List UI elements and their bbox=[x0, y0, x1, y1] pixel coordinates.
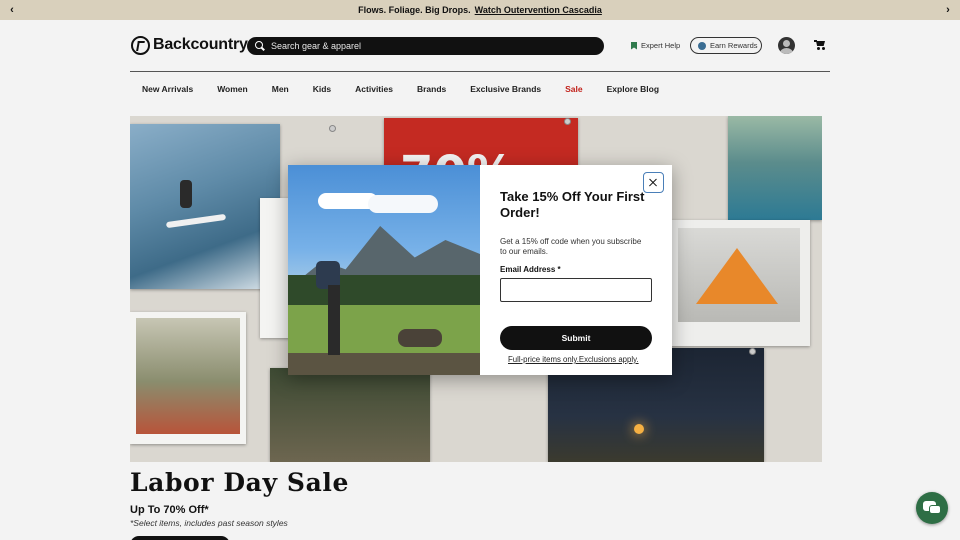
nav-item-women[interactable]: Women bbox=[217, 84, 248, 94]
sale-note: *Select items, includes past season styl… bbox=[130, 518, 288, 528]
tent-camp-photo bbox=[728, 116, 822, 220]
sale-subtitle: Up To 70% Off* bbox=[130, 504, 209, 516]
nav-item-brands[interactable]: Brands bbox=[417, 84, 446, 94]
email-field[interactable] bbox=[500, 278, 652, 302]
surf-photo bbox=[130, 124, 280, 289]
modal-description: Get a 15% off code when you subscribe to… bbox=[500, 237, 642, 256]
modal-content: Take 15% Off Your First Order! Get a 15%… bbox=[480, 165, 672, 375]
site-header: Backcountry Expert Help Earn Rewards bbox=[0, 20, 960, 72]
friends-photo bbox=[130, 312, 246, 444]
rewards-icon bbox=[698, 41, 706, 50]
nav-item-men[interactable]: Men bbox=[272, 84, 289, 94]
shop-sale-button[interactable] bbox=[130, 536, 230, 540]
account-icon[interactable] bbox=[778, 37, 795, 54]
hikers-photo bbox=[270, 368, 430, 462]
submit-button[interactable]: Submit bbox=[500, 326, 652, 350]
expert-help-link[interactable]: Expert Help bbox=[631, 41, 680, 50]
nav-item-kids[interactable]: Kids bbox=[313, 84, 331, 94]
chevron-right-icon[interactable]: › bbox=[941, 3, 955, 17]
chevron-left-icon[interactable]: ‹ bbox=[5, 3, 19, 17]
exclusions-link[interactable]: Full-price items only.Exclusions apply. bbox=[508, 355, 652, 364]
close-icon[interactable] bbox=[643, 172, 664, 193]
bookmark-icon bbox=[631, 41, 637, 50]
search-icon[interactable] bbox=[255, 41, 265, 51]
nav-item-explore-blog[interactable]: Explore Blog bbox=[607, 84, 659, 94]
tent-photo bbox=[668, 220, 810, 346]
nav-item-exclusive-brands[interactable]: Exclusive Brands bbox=[470, 84, 541, 94]
earn-rewards-label: Earn Rewards bbox=[710, 41, 758, 50]
search-input[interactable] bbox=[271, 41, 591, 51]
header-divider bbox=[130, 71, 830, 72]
email-label: Email Address * bbox=[500, 265, 561, 274]
earn-rewards-button[interactable]: Earn Rewards bbox=[690, 37, 762, 54]
sale-title: Labor Day Sale bbox=[130, 468, 349, 497]
nav-item-activities[interactable]: Activities bbox=[355, 84, 393, 94]
promo-bar: ‹ Flows. Foliage. Big Drops. Watch Outer… bbox=[0, 0, 960, 20]
logo[interactable]: Backcountry bbox=[131, 35, 248, 55]
logo-mark-icon bbox=[131, 35, 150, 55]
hiker-mountain-image bbox=[288, 165, 480, 375]
promo-link[interactable]: Watch Outervention Cascadia bbox=[475, 5, 602, 15]
main-nav: New Arrivals Women Men Kids Activities B… bbox=[142, 84, 683, 94]
cart-icon[interactable] bbox=[814, 40, 826, 50]
nav-item-sale[interactable]: Sale bbox=[565, 84, 583, 94]
promo-text: Flows. Foliage. Big Drops. bbox=[358, 5, 471, 15]
nav-item-new-arrivals[interactable]: New Arrivals bbox=[142, 84, 193, 94]
signup-modal: Take 15% Off Your First Order! Get a 15%… bbox=[288, 165, 672, 375]
search-bar[interactable] bbox=[247, 37, 604, 55]
logo-text: Backcountry bbox=[153, 36, 248, 53]
chat-button[interactable] bbox=[916, 492, 948, 524]
expert-help-label: Expert Help bbox=[641, 41, 681, 50]
modal-title: Take 15% Off Your First Order! bbox=[500, 189, 645, 220]
